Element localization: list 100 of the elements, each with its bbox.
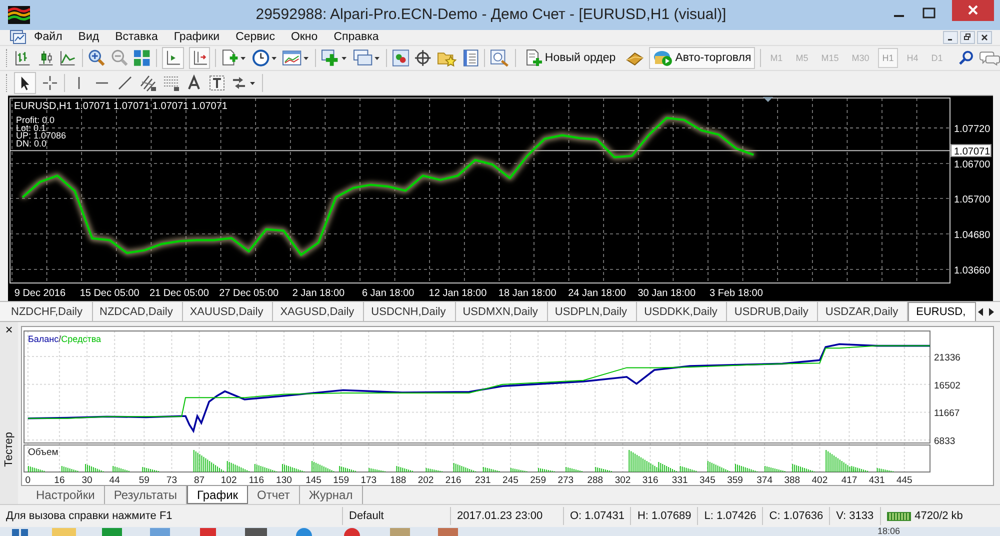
axis-label: 73	[166, 475, 177, 486]
window-title: 29592988: Alpari-Pro.ECN-Demo - Демо Счет - [EURUSD,H1 (visual)]	[254, 6, 728, 24]
autoscroll-icon[interactable]	[162, 47, 184, 70]
cursor-icon[interactable]	[14, 72, 36, 94]
tile-windows-icon[interactable]	[133, 49, 151, 68]
status-text: O: 1.07431	[564, 507, 632, 526]
symbol-tab[interactable]: USDDKK,Daily	[637, 302, 728, 322]
status-text: H: 1.07689	[631, 507, 698, 526]
menu-item[interactable]: Файл	[26, 31, 70, 44]
axis-label: 259	[530, 475, 546, 486]
axis-label: 431	[868, 475, 885, 486]
volume-label: Объем	[28, 447, 58, 458]
menu-item[interactable]: Графики	[166, 31, 228, 44]
menu-item[interactable]: Окно	[282, 31, 326, 44]
close-icon[interactable]	[952, 0, 994, 21]
navigator-icon[interactable]	[462, 49, 480, 68]
add-indicator-icon[interactable]	[320, 49, 348, 68]
axis-label: 21336	[934, 352, 960, 364]
axis-label: 3 Feb 18:00	[710, 288, 763, 299]
chart-shift-icon[interactable]	[188, 47, 210, 70]
symbol-tab[interactable]: USDMXN,Daily	[456, 302, 548, 322]
windows-list-icon[interactable]	[353, 49, 381, 68]
menu-item[interactable]: Сервис	[228, 31, 283, 44]
symbol-tab[interactable]: USDPLN,Daily	[548, 302, 638, 322]
axis-label: 159	[333, 475, 350, 486]
text-label-icon[interactable]	[208, 74, 226, 92]
axis-label: 11667	[934, 408, 960, 420]
channel-icon[interactable]	[139, 74, 157, 92]
menu-item[interactable]: Вид	[70, 31, 108, 44]
start-icon[interactable]	[10, 527, 30, 536]
symbol-tab[interactable]: USDCNH,Daily	[364, 302, 456, 322]
menu-item[interactable]: Справка	[326, 31, 387, 44]
symbol-tab[interactable]: EURUSD,	[908, 302, 976, 322]
fibonacci-icon[interactable]	[162, 74, 180, 92]
search-icon[interactable]	[958, 50, 974, 66]
menu-item[interactable]: Вставка	[107, 31, 166, 44]
chart-legend: Баланс/Средства	[28, 334, 102, 344]
symbol-tab[interactable]: XAGUSD,Daily	[273, 302, 364, 322]
new-order-button[interactable]: Новый ордер	[520, 47, 620, 70]
shift-marker-icon[interactable]	[763, 96, 773, 102]
tab[interactable]: График	[187, 486, 248, 504]
status-text: Для вызова справки нажмите F1	[0, 507, 343, 526]
axis-label: 388	[784, 475, 800, 486]
axis-label: 316	[642, 475, 658, 486]
axis-label: 18 Jan 18:00	[498, 288, 556, 299]
zoom-in-icon[interactable]	[88, 49, 106, 68]
status-text: V: 3133	[830, 507, 881, 526]
line-chart-icon[interactable]	[59, 49, 77, 68]
axis-label: 202	[418, 475, 434, 486]
status-text: 4720/2 kb	[914, 510, 963, 522]
axis-label: 145	[306, 475, 322, 486]
axis-label: 445	[896, 475, 912, 486]
axis-label: 27 Dec 05:00	[219, 288, 279, 299]
auto-trading-button[interactable]: Авто-торговля	[649, 47, 756, 70]
axis-label: 417	[841, 475, 858, 486]
minimize-icon[interactable]	[943, 30, 958, 44]
trend-line-icon[interactable]	[116, 74, 134, 92]
axis-label: 1.06700	[954, 159, 990, 170]
axis-label: 116	[248, 475, 264, 486]
symbol-tab[interactable]: NZDCAD,Daily	[92, 302, 183, 322]
axis-label: 331	[672, 475, 688, 486]
clock-icon[interactable]	[252, 49, 278, 68]
axis-label: 102	[220, 475, 237, 486]
chart-window-icon[interactable]	[10, 30, 26, 44]
chat-icon[interactable]	[978, 50, 1000, 66]
axis-label: 6 Jan 18:00	[362, 288, 414, 299]
crosshair-icon[interactable]	[414, 49, 432, 68]
symbol-tab[interactable]: NZDCHF,Daily	[4, 302, 92, 322]
experts-icon[interactable]	[392, 49, 410, 68]
candlestick-icon[interactable]	[36, 49, 54, 68]
templates-icon[interactable]	[282, 49, 310, 68]
play-icon	[653, 49, 674, 68]
close-icon[interactable]	[977, 30, 992, 44]
axis-label: 402	[812, 475, 828, 486]
close-button[interactable]: ×	[5, 324, 13, 336]
crosshair-icon[interactable]	[41, 74, 59, 92]
symbol-tab[interactable]: USDRUB,Daily	[727, 302, 818, 322]
axis-label: 24 Jan 18:00	[568, 288, 626, 299]
axis-label: 374	[756, 475, 772, 486]
connection-icon	[886, 510, 911, 522]
chart-header: EURUSD,H1 1.07071 1.07071 1.07071 1.07071	[14, 100, 228, 112]
new-chart-icon[interactable]	[221, 49, 247, 68]
status-text: 2017.01.23 23:00	[451, 507, 564, 526]
axis-label: 1.04680	[954, 230, 990, 241]
data-window-icon[interactable]	[490, 49, 510, 68]
chart-info-text: UP: 1.07086	[16, 130, 66, 140]
symbol-tab[interactable]: XAUUSD,Daily	[182, 302, 274, 322]
axis-label: 273	[558, 475, 574, 486]
axis-label: 30	[82, 475, 92, 486]
axis-label: 216	[445, 475, 462, 486]
axis-label: 359	[727, 475, 743, 486]
panel-title: Тестер	[3, 432, 15, 468]
axis-label: 0	[25, 475, 31, 486]
axis-label: 6833	[934, 436, 956, 448]
restore-icon[interactable]	[960, 30, 975, 44]
text-icon[interactable]	[185, 74, 203, 92]
bar-chart-icon[interactable]	[14, 49, 32, 68]
axis-label: 173	[360, 475, 377, 486]
app-logo-icon	[8, 6, 30, 24]
maximize-icon[interactable]	[922, 6, 936, 20]
